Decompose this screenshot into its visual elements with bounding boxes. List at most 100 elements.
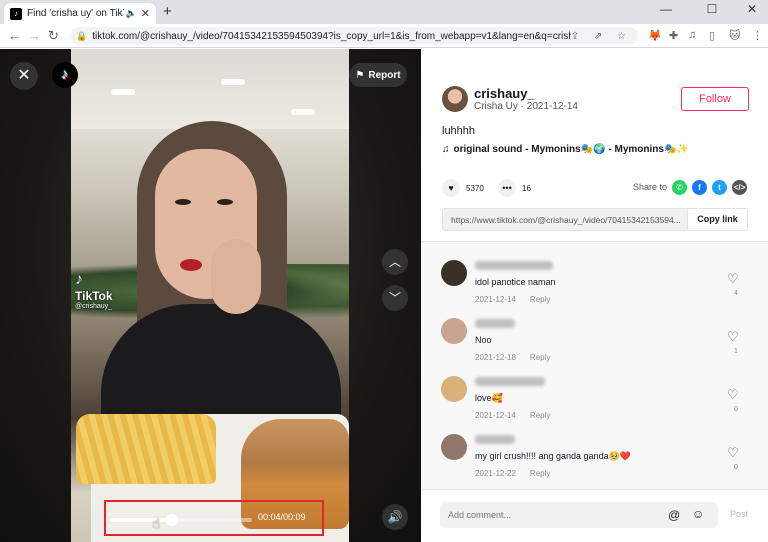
video-link[interactable]: https://www.tiktok.com/@crishauy_/video/… — [451, 215, 685, 225]
url-text[interactable]: tiktok.com/@crishauy_/video/704153421535… — [92, 31, 571, 42]
music-note-icon: ♫ — [442, 144, 450, 155]
comment-item: Noo 2021-12-18 Reply ♡ 1 — [421, 310, 768, 368]
tiktok-watermark-icon: ♪ — [75, 271, 83, 288]
comment-text: my girl crush!!!! ang ganda ganda🥹❤️ — [475, 451, 631, 461]
address-bar: ← → ↻ 🔒 tiktok.com/@crishauy_/video/7041… — [0, 24, 768, 48]
watermark-brand: TikTok — [75, 289, 113, 303]
comment-meta: 2021-12-14 Reply — [475, 411, 550, 420]
extensions-icon[interactable]: ✚ — [669, 29, 678, 42]
video-watermark: ♪ TikTok @crishauy_ — [75, 271, 113, 310]
like-count: 5370 — [466, 183, 484, 193]
reload-icon[interactable]: ↻ — [48, 28, 59, 44]
browser-tab[interactable]: ♪ Find 'crisha uy' on TikTok | Ti 🔈 ✕ — [4, 3, 156, 24]
tiktok-logo-icon[interactable]: ♪ — [52, 62, 78, 88]
media-icon[interactable]: ♫ — [688, 29, 696, 41]
comment-item: love🥰 2021-12-14 Reply ♡ 0 — [421, 368, 768, 426]
comment-like-count: 1 — [734, 348, 738, 355]
comments-list[interactable]: idol panotice naman 2021-12-14 Reply ♡ 4 … — [421, 241, 768, 489]
comment-like-icon[interactable]: ♡ — [727, 271, 739, 287]
copy-link-box: https://www.tiktok.com/@crishauy_/video/… — [442, 208, 748, 231]
comment-bubble-icon[interactable]: ••• — [498, 179, 516, 197]
reply-link[interactable]: Reply — [530, 411, 550, 420]
video-pane: ✕ ♪ ⚑ Report ♪ TikTok @crishauy_ ︿ ﹀ 🔊 ☝… — [0, 49, 421, 542]
comment-like-icon[interactable]: ♡ — [727, 387, 739, 403]
new-tab-button[interactable]: + — [163, 3, 172, 20]
whatsapp-icon[interactable]: ✆ — [672, 180, 687, 195]
heart-icon[interactable]: ♥ — [442, 179, 460, 197]
next-video-button[interactable]: ﹀ — [382, 285, 408, 311]
mention-icon[interactable]: @ — [668, 508, 680, 522]
watermark-user: @crishauy_ — [75, 303, 113, 310]
comment-count: 16 — [522, 183, 531, 193]
profile-avatar[interactable]: 🐱 — [729, 29, 740, 42]
author-subtitle: Crisha Uy · 2021-12-14 — [474, 101, 578, 112]
menu-kebab-icon[interactable]: ⋮ — [752, 29, 763, 42]
commenter-name-blurred[interactable] — [475, 261, 553, 270]
commenter-avatar[interactable] — [441, 318, 467, 344]
comment-like-count: 4 — [734, 290, 738, 297]
commenter-avatar[interactable] — [441, 376, 467, 402]
metamask-icon[interactable]: 🦊 — [648, 29, 662, 42]
commenter-name-blurred[interactable] — [475, 435, 515, 444]
lock-icon[interactable]: 🔒 — [76, 31, 87, 42]
flag-icon: ⚑ — [355, 69, 365, 81]
video-caption: luhhhh — [442, 125, 476, 137]
comment-stat[interactable]: ••• 16 — [498, 179, 531, 197]
tiktok-favicon-icon: ♪ — [10, 7, 22, 20]
comment-meta: 2021-12-18 Reply — [475, 353, 550, 362]
close-tab-icon[interactable]: ✕ — [141, 7, 150, 20]
maximize-icon[interactable]: ☐ — [697, 2, 727, 16]
twitter-icon[interactable]: t — [712, 180, 727, 195]
author-avatar[interactable] — [442, 86, 468, 112]
comment-date: 2021-12-14 — [475, 295, 516, 304]
details-panel: crishauy_ Crisha Uy · 2021-12-14 Follow … — [421, 49, 768, 542]
comment-like-icon[interactable]: ♡ — [727, 329, 739, 345]
comment-date: 2021-12-22 — [475, 469, 516, 478]
back-arrow-icon[interactable]: ← — [8, 28, 21, 43]
browser-titlebar: ♪ Find 'crisha uy' on TikTok | Ti 🔈 ✕ + … — [0, 0, 768, 24]
report-label: Report — [368, 69, 401, 81]
reply-link[interactable]: Reply — [530, 353, 550, 362]
comment-meta: 2021-12-22 Reply — [475, 469, 550, 478]
commenter-avatar[interactable] — [441, 260, 467, 286]
comment-text: Noo — [475, 335, 492, 345]
comment-item: idol panotice naman 2021-12-14 Reply ♡ 4 — [421, 252, 768, 310]
share-label: Share to — [633, 182, 668, 192]
comment-like-count: 0 — [734, 464, 738, 471]
comment-date: 2021-12-18 — [475, 353, 516, 362]
hand-cursor-icon: ☝ — [152, 515, 161, 531]
speaker-icon[interactable]: 🔈 — [126, 8, 137, 19]
previous-video-button[interactable]: ︿ — [382, 249, 408, 275]
close-window-icon[interactable]: ✕ — [737, 2, 767, 16]
close-video-button[interactable]: ✕ — [10, 62, 38, 90]
omnibox-action-icons[interactable]: ⇪ ⇗ ☆ — [571, 31, 632, 42]
emoji-icon[interactable]: ☺ — [692, 507, 704, 521]
comment-item: my girl crush!!!! ang ganda ganda🥹❤️ 202… — [421, 426, 768, 484]
commenter-name-blurred[interactable] — [475, 319, 515, 328]
progress-fill — [110, 518, 173, 522]
comment-like-icon[interactable]: ♡ — [727, 445, 739, 461]
like-stat[interactable]: ♥ 5370 — [442, 179, 484, 197]
author-handle[interactable]: crishauy_ — [474, 86, 535, 101]
copy-link-button[interactable]: Copy link — [687, 209, 747, 230]
embed-icon[interactable]: </> — [732, 180, 747, 195]
sound-link[interactable]: ♫ original sound - Mymonins🎭🌍 - Mymonins… — [442, 144, 689, 155]
volume-button[interactable]: 🔊 — [382, 504, 408, 530]
timecode: 00:04/00:09 — [258, 512, 306, 522]
follow-button[interactable]: Follow — [681, 87, 749, 111]
forward-arrow-icon[interactable]: → — [28, 28, 41, 43]
minimize-icon[interactable]: — — [651, 2, 681, 16]
report-button[interactable]: ⚑ Report — [349, 63, 407, 87]
commenter-name-blurred[interactable] — [475, 377, 545, 386]
comment-like-count: 0 — [734, 406, 738, 413]
sidebar-icon[interactable]: ▯ — [709, 29, 715, 42]
post-button[interactable]: Post — [730, 509, 748, 519]
progress-bar[interactable] — [110, 514, 252, 526]
commenter-avatar[interactable] — [441, 434, 467, 460]
omnibox[interactable]: 🔒 tiktok.com/@crishauy_/video/7041534215… — [70, 27, 638, 45]
reply-link[interactable]: Reply — [530, 295, 550, 304]
comment-date: 2021-12-14 — [475, 411, 516, 420]
reply-link[interactable]: Reply — [530, 469, 550, 478]
sound-title: original sound - Mymonins🎭🌍 - Mymonins🎭✨ — [453, 144, 689, 155]
facebook-icon[interactable]: f — [692, 180, 707, 195]
